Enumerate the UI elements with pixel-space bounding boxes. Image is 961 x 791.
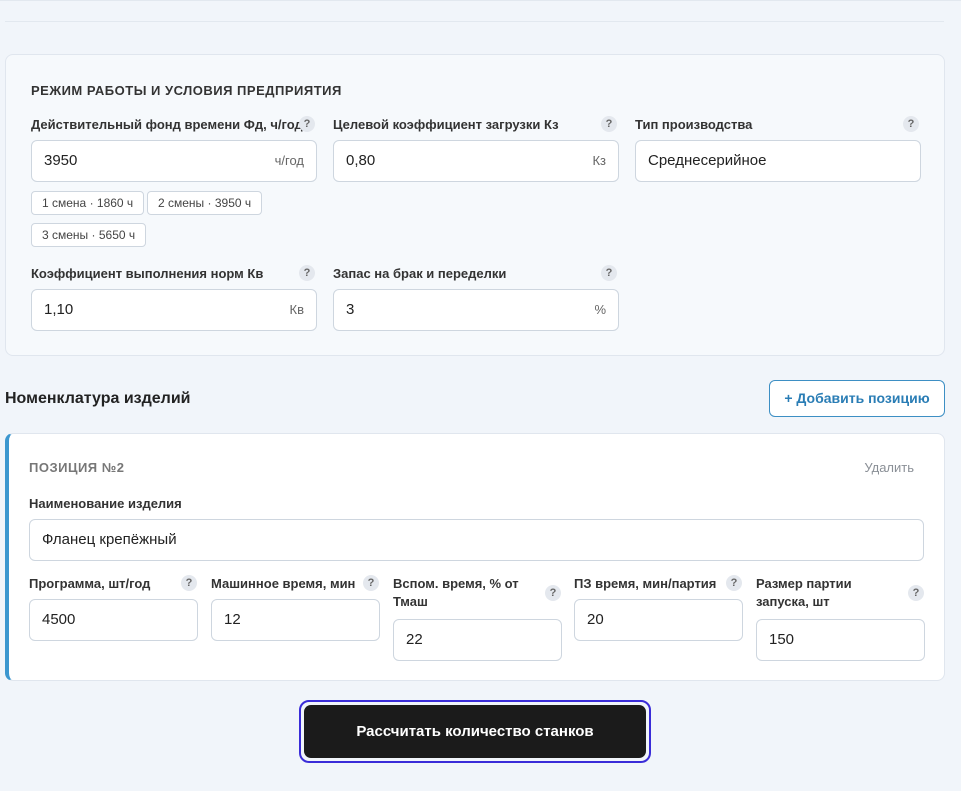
time-fund-input[interactable]: 3950 ч/год [31, 140, 317, 182]
time-fund-unit: ч/год [274, 153, 304, 168]
machine-time-value: 12 [224, 611, 241, 628]
position-title: ПОЗИЦИЯ №2 [29, 460, 125, 475]
pz-time-input[interactable]: 20 [574, 599, 743, 641]
delete-position-link[interactable]: Удалить [864, 460, 914, 475]
batch-size-field: Размер партии запуска, шт [756, 575, 876, 611]
help-icon[interactable]: ? [908, 585, 924, 601]
production-type-select[interactable]: Среднесерийное [635, 140, 921, 182]
defect-reserve-label: Запас на брак и переделки [333, 266, 507, 281]
help-icon[interactable]: ? [545, 585, 561, 601]
load-coef-input[interactable]: 0,80 Кз [333, 140, 619, 182]
aux-time-label: Вспом. время, % от Тмаш [393, 576, 519, 609]
pz-time-field: ПЗ время, мин/партия [574, 575, 724, 593]
calculate-button[interactable]: Рассчитать количество станков [304, 705, 646, 758]
section-title: РЕЖИМ РАБОТЫ И УСЛОВИЯ ПРЕДПРИЯТИЯ [31, 83, 342, 98]
help-icon[interactable]: ? [601, 265, 617, 281]
shift-preset-chip[interactable]: 2 смены · 3950 ч [147, 191, 263, 215]
production-type-label: Тип производства [635, 117, 753, 132]
defect-reserve-field: Запас на брак и переделки [333, 265, 619, 283]
norm-coef-unit: Кв [289, 302, 304, 317]
help-icon[interactable]: ? [726, 575, 742, 591]
production-type-value: Среднесерийное [648, 152, 767, 169]
load-coef-field: Целевой коэффициент загрузки Кз [333, 116, 619, 134]
norm-coef-input[interactable]: 1,10 Кв [31, 289, 317, 331]
pz-time-value: 20 [587, 611, 604, 628]
enterprise-conditions-panel: РЕЖИМ РАБОТЫ И УСЛОВИЯ ПРЕДПРИЯТИЯ Дейст… [5, 54, 945, 356]
top-divider [0, 0, 961, 2]
load-coef-value: 0,80 [346, 152, 376, 169]
defect-reserve-unit: % [594, 302, 606, 317]
aux-time-field: Вспом. время, % от Тмаш [393, 575, 523, 611]
machine-time-field: Машинное время, мин [211, 575, 361, 593]
help-icon[interactable]: ? [903, 116, 919, 132]
aux-time-value: 22 [406, 631, 423, 648]
help-icon[interactable]: ? [601, 116, 617, 132]
norm-coef-field: Коэффициент выполнения норм Кв [31, 265, 317, 283]
load-coef-label: Целевой коэффициент загрузки Кз [333, 117, 559, 132]
time-fund-label: Действительный фонд времени Фд, ч/год [31, 117, 303, 132]
program-value: 4500 [42, 611, 76, 628]
help-icon[interactable]: ? [181, 575, 197, 591]
load-coef-unit: Кз [592, 153, 606, 168]
time-fund-field: Действительный фонд времени Фд, ч/год [31, 116, 317, 134]
production-type-field: Тип производства [635, 116, 921, 134]
help-icon[interactable]: ? [299, 116, 315, 132]
machine-time-label: Машинное время, мин [211, 576, 356, 591]
help-icon[interactable]: ? [299, 265, 315, 281]
product-name-input[interactable]: Фланец крепёжный [29, 519, 924, 561]
program-label: Программа, шт/год [29, 576, 151, 591]
position-card: ПОЗИЦИЯ №2 Удалить Наименование изделия … [5, 433, 945, 681]
help-icon[interactable]: ? [363, 575, 379, 591]
nomenclature-title: Номенклатура изделий [5, 390, 191, 407]
product-name-field: Наименование изделия [29, 495, 529, 513]
defect-reserve-input[interactable]: 3 % [333, 289, 619, 331]
norm-coef-label: Коэффициент выполнения норм Кв [31, 266, 264, 281]
header-divider [5, 21, 944, 22]
defect-reserve-value: 3 [346, 301, 355, 318]
shift-preset-chip[interactable]: 1 смена · 1860 ч [31, 191, 145, 215]
product-name-label: Наименование изделия [29, 496, 182, 511]
batch-size-input[interactable]: 150 [756, 619, 925, 661]
norm-coef-value: 1,10 [44, 301, 74, 318]
batch-size-value: 150 [769, 631, 795, 648]
time-fund-value: 3950 [44, 152, 78, 169]
machine-time-input[interactable]: 12 [211, 599, 380, 641]
shift-preset-chip[interactable]: 3 смены · 5650 ч [31, 223, 147, 247]
program-input[interactable]: 4500 [29, 599, 198, 641]
batch-size-label: Размер партии запуска, шт [756, 576, 852, 609]
product-name-value: Фланец крепёжный [42, 531, 177, 548]
aux-time-input[interactable]: 22 [393, 619, 562, 661]
pz-time-label: ПЗ время, мин/партия [574, 576, 717, 591]
add-position-button[interactable]: + Добавить позицию [769, 380, 945, 417]
program-field: Программа, шт/год [29, 575, 179, 593]
